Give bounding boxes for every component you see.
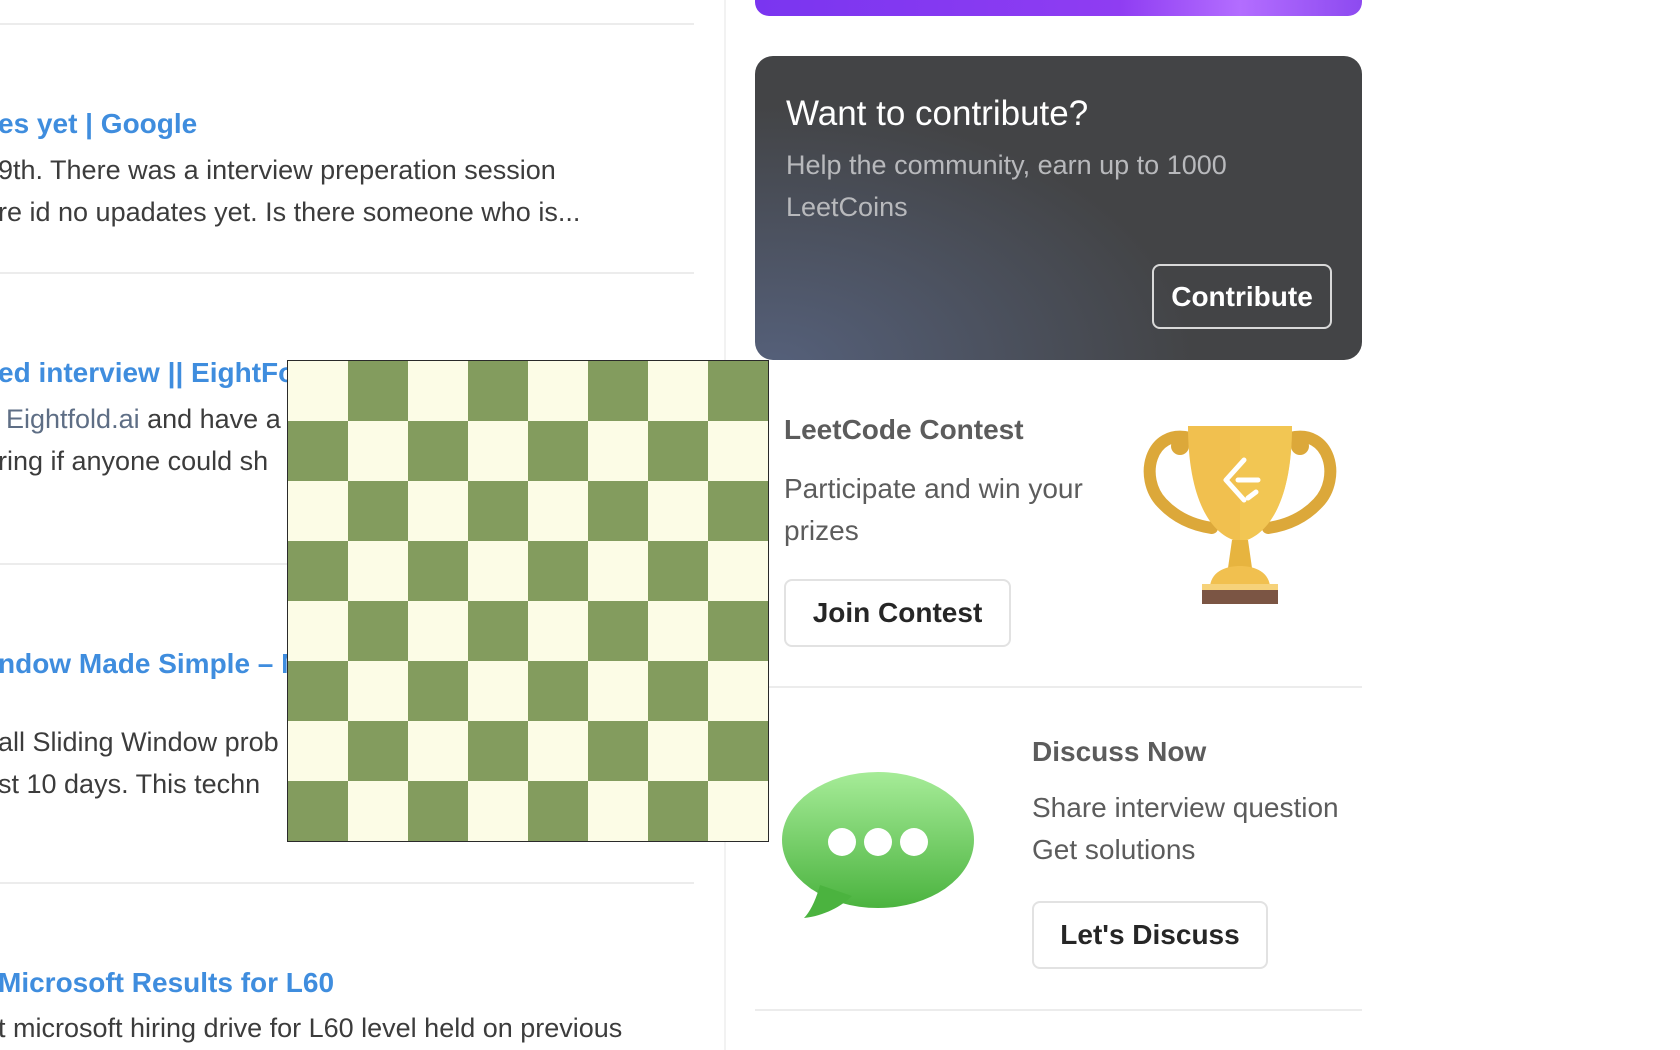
board-square[interactable] [348,601,408,661]
board-square[interactable] [408,421,468,481]
board-square[interactable] [708,601,768,661]
board-square[interactable] [408,361,468,421]
board-square[interactable] [588,481,648,541]
board-square[interactable] [288,541,348,601]
board-square[interactable] [468,601,528,661]
trophy-icon [1143,426,1337,604]
post-excerpt-line: ring if anyone could sh [0,446,269,476]
board-square[interactable] [528,421,588,481]
post-excerpt-line: st 10 days. This techn [0,769,261,799]
contest-subtitle: Participate and win your prizes [784,473,1083,546]
post-excerpt-line: t microsoft hiring drive for L60 level h… [0,1013,623,1043]
discuss-line: Share interview question [1032,792,1339,823]
board-square[interactable] [528,721,588,781]
board-square[interactable] [648,541,708,601]
post-title-microsoft[interactable]: Microsoft Results for L60 [0,966,334,1000]
post-excerpt-line: all Sliding Window prob [0,727,279,757]
board-square[interactable] [288,601,348,661]
board-square[interactable] [528,661,588,721]
board-square[interactable] [408,541,468,601]
contribute-button[interactable]: Contribute [1152,264,1332,329]
contribute-title: Want to contribute? [786,94,1089,133]
board-square[interactable] [468,781,528,841]
board-square[interactable] [288,481,348,541]
board-square[interactable] [348,721,408,781]
board-square[interactable] [588,661,648,721]
board-square[interactable] [708,421,768,481]
board-square[interactable] [588,781,648,841]
board-square[interactable] [528,601,588,661]
board-square[interactable] [468,661,528,721]
feed-divider [0,882,694,884]
contribute-subtitle: Help the community, earn up to 1000 Leet… [786,150,1227,222]
board-square[interactable] [708,481,768,541]
board-square[interactable] [708,781,768,841]
board-square[interactable] [408,661,468,721]
board-square[interactable] [708,721,768,781]
contribute-card: Want to contribute? Help the community, … [755,56,1362,360]
discuss-title: Discuss Now [1032,736,1207,767]
promo-banner[interactable] [755,0,1362,16]
board-square[interactable] [348,361,408,421]
board-square[interactable] [708,541,768,601]
board-square[interactable] [588,541,648,601]
board-square[interactable] [288,661,348,721]
board-square[interactable] [468,361,528,421]
checkerboard[interactable] [287,360,769,842]
feed-divider [0,23,694,25]
board-square[interactable] [648,781,708,841]
board-square[interactable] [348,541,408,601]
board-square[interactable] [648,601,708,661]
board-square[interactable] [288,421,348,481]
board-square[interactable] [468,721,528,781]
post-title-google[interactable]: es yet | Google [0,107,197,141]
post-title-eightfold[interactable]: ed interview || EightFol [0,356,303,390]
join-contest-button[interactable]: Join Contest [784,579,1011,647]
post-excerpt-text: and have a [139,404,281,434]
board-square[interactable] [588,361,648,421]
board-square[interactable] [288,781,348,841]
post-excerpt-line: re id no upadates yet. Is there someone … [0,197,581,227]
board-square[interactable] [348,781,408,841]
sidebar-divider [755,1009,1362,1011]
board-square[interactable] [588,601,648,661]
board-square[interactable] [648,361,708,421]
post-excerpt-line: 9th. There was a interview preperation s… [0,155,556,185]
board-square[interactable] [348,661,408,721]
board-square[interactable] [468,481,528,541]
board-square[interactable] [348,421,408,481]
discuss-line: Get solutions [1032,834,1196,865]
board-square[interactable] [468,421,528,481]
board-square[interactable] [708,661,768,721]
board-square[interactable] [468,541,528,601]
board-square[interactable] [648,721,708,781]
board-square[interactable] [648,421,708,481]
board-square[interactable] [708,361,768,421]
board-square[interactable] [528,361,588,421]
post-excerpt-line: Eightfold.ai and have a [6,398,281,440]
board-square[interactable] [528,481,588,541]
board-square[interactable] [288,721,348,781]
board-square[interactable] [648,661,708,721]
board-square[interactable] [648,481,708,541]
board-square[interactable] [408,601,468,661]
board-square[interactable] [408,481,468,541]
lets-discuss-button[interactable]: Let's Discuss [1032,901,1268,969]
contest-title: LeetCode Contest [784,414,1024,445]
sidebar-divider [755,686,1362,688]
post-title-sliding-window[interactable]: ndow Made Simple – M [0,647,304,681]
board-square[interactable] [288,361,348,421]
board-square[interactable] [588,721,648,781]
board-square[interactable] [528,781,588,841]
feed-divider [0,272,694,274]
chat-bubble-icon [782,772,974,918]
board-square[interactable] [408,781,468,841]
board-square[interactable] [408,721,468,781]
board-square[interactable] [348,481,408,541]
mention-link[interactable]: Eightfold.ai [6,404,140,434]
board-square[interactable] [528,541,588,601]
board-square[interactable] [588,421,648,481]
